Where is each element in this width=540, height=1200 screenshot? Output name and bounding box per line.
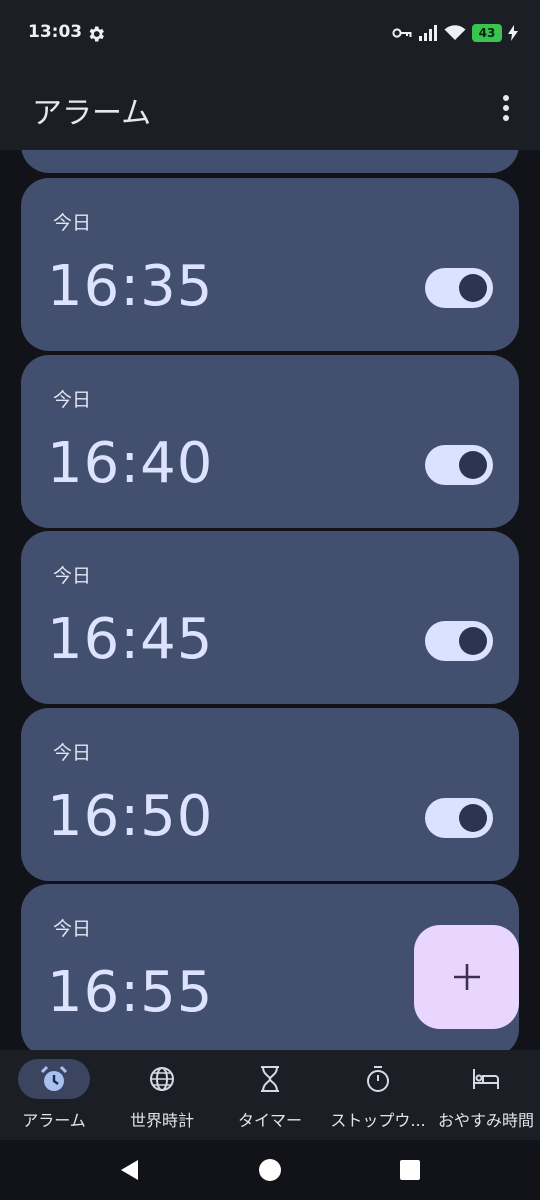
nav-item-world-clock[interactable]: 世界時計 bbox=[108, 1050, 216, 1140]
alarm-toggle[interactable] bbox=[425, 445, 493, 485]
alarm-card[interactable]: 今日 16:35 bbox=[21, 178, 519, 351]
alarm-day-label: 今日 bbox=[53, 212, 92, 234]
bottom-navigation: アラーム 世界時計 タイマー ストップウ... おやすみ時間 bbox=[0, 1050, 540, 1140]
nav-icon-wrap bbox=[450, 1059, 522, 1099]
alarm-card[interactable]: 今日 16:50 bbox=[21, 708, 519, 881]
alarm-clock-icon bbox=[40, 1065, 68, 1091]
vpn-key-icon bbox=[392, 28, 412, 38]
stopwatch-icon bbox=[367, 1066, 389, 1092]
nav-label: おやすみ時間 bbox=[437, 1111, 534, 1130]
status-icons: 43 bbox=[392, 22, 518, 44]
nav-label: タイマー bbox=[237, 1111, 302, 1130]
hourglass-icon bbox=[261, 1066, 279, 1092]
status-time: 13:03 bbox=[28, 22, 83, 42]
nav-item-alarm[interactable]: アラーム bbox=[0, 1050, 108, 1140]
nav-icon-wrap bbox=[342, 1059, 414, 1099]
battery-indicator: 43 bbox=[472, 24, 502, 42]
plus-icon bbox=[453, 964, 480, 990]
system-navigation-bar bbox=[0, 1140, 540, 1200]
toggle-knob bbox=[459, 274, 487, 302]
alarm-time[interactable]: 16:55 bbox=[47, 960, 213, 1025]
nav-icon-wrap bbox=[126, 1059, 198, 1099]
alarm-card[interactable]: 今日 16:40 bbox=[21, 355, 519, 528]
alarm-time[interactable]: 16:45 bbox=[47, 607, 213, 672]
nav-item-stopwatch[interactable]: ストップウ... bbox=[324, 1050, 432, 1140]
wifi-icon bbox=[444, 25, 466, 40]
nav-icon-wrap bbox=[234, 1059, 306, 1099]
toggle-knob bbox=[459, 451, 487, 479]
more-options-icon[interactable] bbox=[494, 94, 518, 122]
alarm-day-label: 今日 bbox=[53, 918, 92, 940]
settings-gear-icon bbox=[89, 26, 104, 42]
nav-active-indicator bbox=[18, 1059, 90, 1099]
alarm-time[interactable]: 16:40 bbox=[47, 431, 213, 496]
alarm-toggle[interactable] bbox=[425, 621, 493, 661]
cellular-signal-icon bbox=[419, 25, 437, 41]
alarm-toggle[interactable] bbox=[425, 268, 493, 308]
charging-bolt-icon bbox=[508, 25, 518, 41]
alarm-day-label: 今日 bbox=[53, 389, 92, 411]
status-bar: 13:03 43 bbox=[0, 0, 540, 66]
nav-item-bedtime[interactable]: おやすみ時間 bbox=[432, 1050, 540, 1140]
app-bar: アラーム bbox=[0, 66, 540, 150]
alarm-toggle[interactable] bbox=[425, 798, 493, 838]
alarm-day-label: 今日 bbox=[53, 565, 92, 587]
globe-icon bbox=[150, 1067, 174, 1091]
add-alarm-button[interactable] bbox=[414, 925, 519, 1029]
toggle-knob bbox=[459, 627, 487, 655]
nav-label: 世界時計 bbox=[129, 1111, 194, 1130]
alarm-time[interactable]: 16:50 bbox=[47, 784, 213, 849]
toggle-knob bbox=[459, 804, 487, 832]
alarm-card[interactable]: 今日 16:45 bbox=[21, 531, 519, 704]
alarm-list[interactable]: 今日 16:35 今日 16:40 今日 16:45 今日 16:50 今日 1… bbox=[0, 150, 540, 1050]
nav-item-timer[interactable]: タイマー bbox=[216, 1050, 324, 1140]
nav-label: アラーム bbox=[22, 1111, 86, 1130]
alarm-card-partial[interactable] bbox=[21, 150, 519, 173]
bed-icon bbox=[473, 1069, 499, 1089]
back-icon[interactable] bbox=[118, 1158, 142, 1182]
page-title: アラーム bbox=[32, 96, 152, 131]
recents-icon[interactable] bbox=[398, 1158, 422, 1182]
home-icon[interactable] bbox=[258, 1158, 282, 1182]
alarm-time[interactable]: 16:35 bbox=[47, 254, 213, 319]
nav-label: ストップウ... bbox=[330, 1111, 426, 1130]
alarm-day-label: 今日 bbox=[53, 742, 92, 764]
